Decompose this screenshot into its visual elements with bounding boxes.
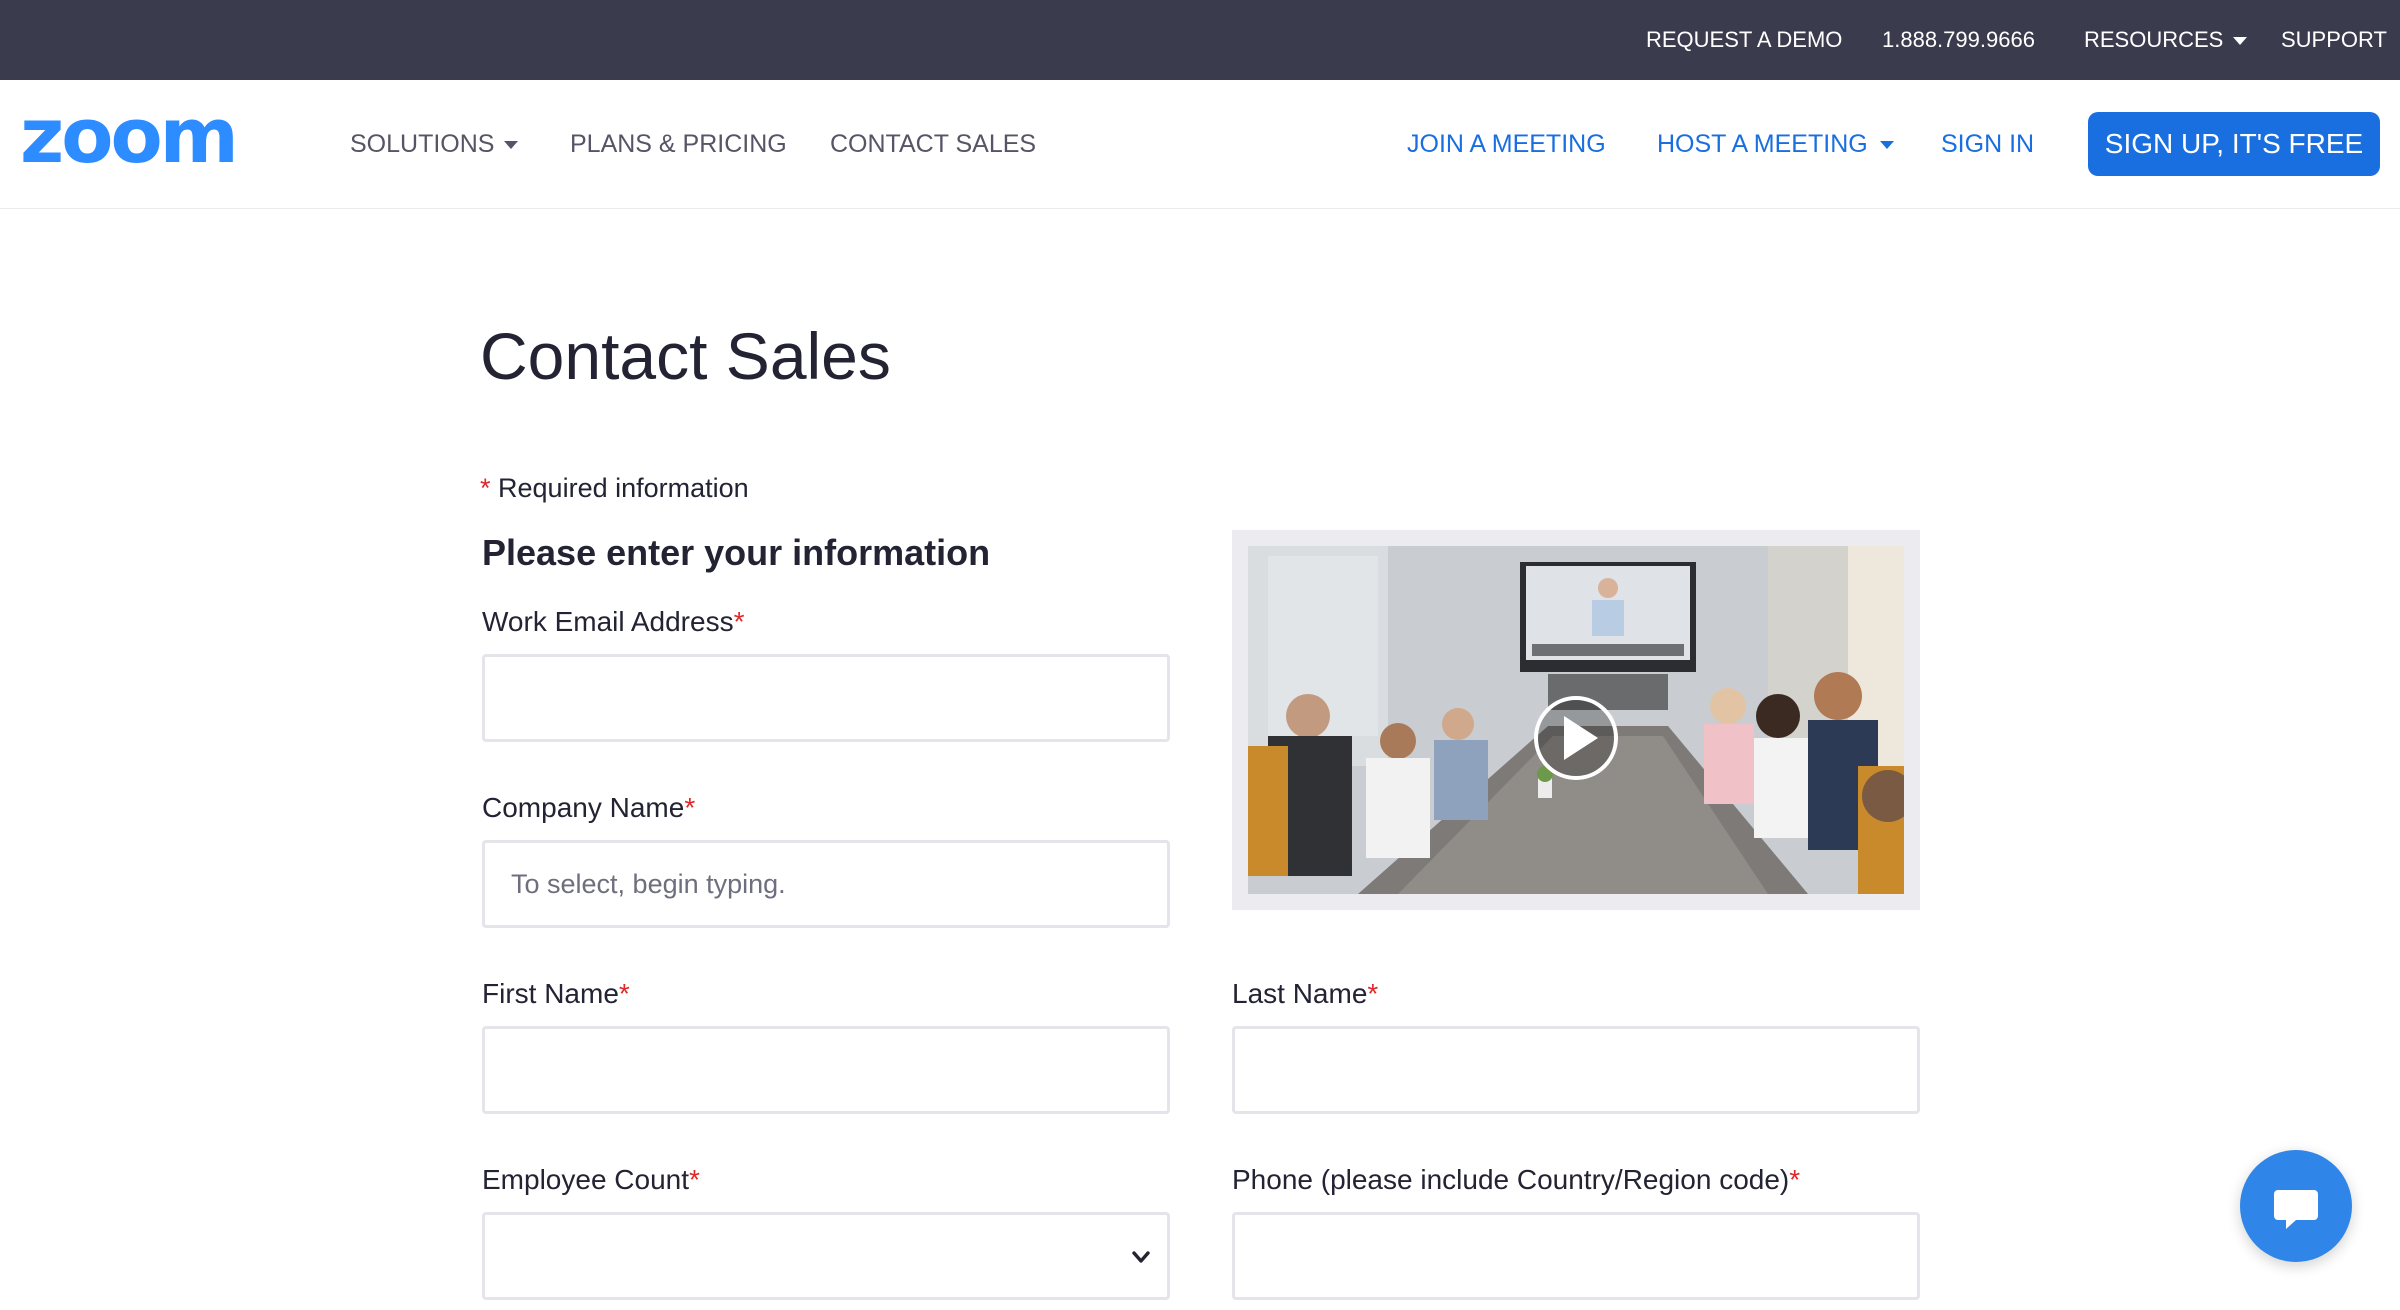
phone-label: Phone (please include Country/Region cod…	[1232, 1164, 1800, 1196]
required-note-text: Required information	[498, 473, 749, 503]
caret-down-icon	[504, 141, 519, 150]
join-meeting-link[interactable]: JOIN A MEETING	[1407, 80, 1606, 209]
contact-sales-link[interactable]: CONTACT SALES	[830, 80, 1036, 209]
request-demo-link[interactable]: REQUEST A DEMO	[1646, 0, 1842, 80]
section-title: Please enter your information	[482, 532, 991, 573]
company-name-input[interactable]	[482, 840, 1170, 928]
phone-link[interactable]: 1.888.799.9666	[1882, 0, 2035, 80]
phone-input[interactable]	[1232, 1212, 1920, 1300]
first-name-label-text: First Name	[482, 978, 619, 1009]
caret-down-icon	[1879, 141, 1894, 150]
required-marker: *	[689, 1164, 700, 1195]
resources-label: RESOURCES	[2084, 27, 2224, 52]
first-name-label: First Name*	[482, 978, 630, 1010]
svg-text:zoom: zoom	[20, 110, 236, 170]
chevron-down-icon	[1132, 1251, 1150, 1263]
first-name-input[interactable]	[482, 1026, 1170, 1114]
company-name-label-text: Company Name	[482, 792, 685, 823]
employee-count-label: Employee Count*	[482, 1164, 700, 1196]
phone-label-text: Phone (please include Country/Region cod…	[1232, 1164, 1790, 1195]
required-note: * Required information	[480, 473, 749, 504]
page-title: Contact Sales	[480, 319, 891, 393]
required-marker: *	[618, 978, 630, 1009]
required-marker: *	[1789, 1164, 1801, 1195]
work-email-input[interactable]	[482, 654, 1170, 742]
chat-bubble-icon	[2274, 1190, 2318, 1229]
host-meeting-label: HOST A MEETING	[1657, 130, 1868, 158]
employee-count-select[interactable]	[482, 1212, 1170, 1300]
last-name-input[interactable]	[1232, 1026, 1920, 1114]
zoom-logo[interactable]: zoom	[20, 110, 242, 170]
last-name-label-text: Last Name	[1232, 978, 1368, 1009]
caret-down-icon	[2233, 37, 2248, 46]
sign-in-link[interactable]: SIGN IN	[1941, 80, 2034, 209]
sign-up-button[interactable]: SIGN UP, IT'S FREE	[2088, 112, 2380, 176]
required-marker: *	[733, 606, 745, 637]
required-marker: *	[684, 792, 696, 823]
required-marker: *	[480, 473, 491, 503]
work-email-label-text: Work Email Address	[482, 606, 734, 637]
video-frame	[1232, 530, 1920, 910]
play-icon[interactable]	[1534, 696, 1618, 780]
plans-pricing-link[interactable]: PLANS & PRICING	[570, 80, 787, 209]
solutions-menu[interactable]: SOLUTIONS	[350, 80, 519, 209]
video-player[interactable]	[1248, 546, 1904, 894]
support-link[interactable]: SUPPORT	[2281, 0, 2387, 80]
chat-button[interactable]	[2240, 1150, 2352, 1262]
required-marker: *	[1367, 978, 1379, 1009]
host-meeting-menu[interactable]: HOST A MEETING	[1657, 80, 1894, 209]
last-name-label: Last Name*	[1232, 978, 1378, 1010]
resources-menu[interactable]: RESOURCES	[2084, 0, 2248, 80]
main-navigation: zoom SOLUTIONS PLANS & PRICING CONTACT S…	[0, 80, 2400, 209]
work-email-label: Work Email Address*	[482, 606, 744, 638]
solutions-label: SOLUTIONS	[350, 130, 495, 158]
company-name-label: Company Name*	[482, 792, 695, 824]
video-thumbnail	[1248, 546, 1904, 894]
employee-count-label-text: Employee Count	[482, 1164, 690, 1195]
utility-bar: REQUEST A DEMO 1.888.799.9666 RESOURCES …	[0, 0, 2400, 80]
